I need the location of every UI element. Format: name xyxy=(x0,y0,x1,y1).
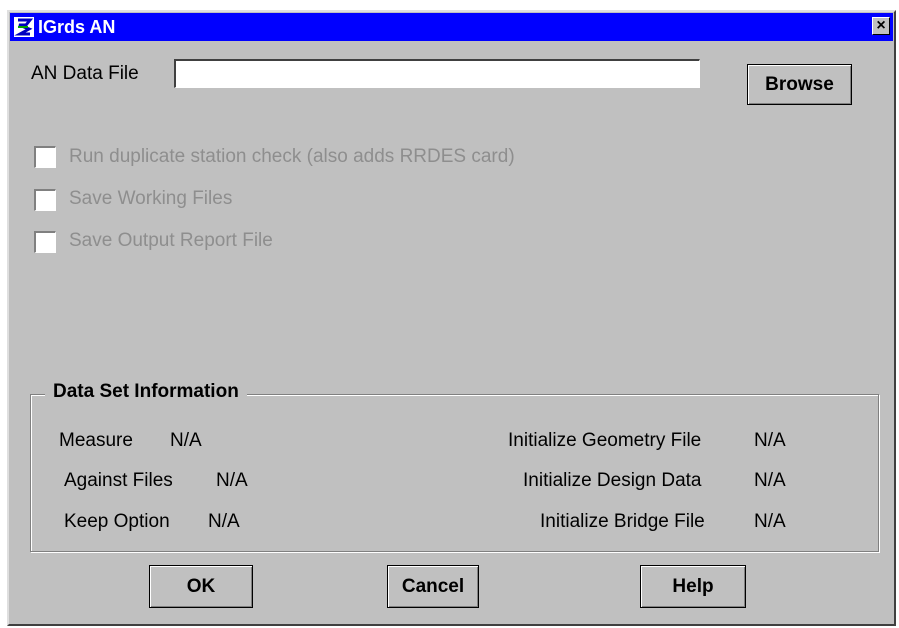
duplicate-check-label: Run duplicate station check (also adds R… xyxy=(69,146,515,167)
cancel-button[interactable]: Cancel xyxy=(387,565,479,608)
against-files-value: N/A xyxy=(216,470,248,491)
duplicate-check-checkbox[interactable] xyxy=(34,146,56,168)
save-output-report-label: Save Output Report File xyxy=(69,230,273,251)
init-design-label: Initialize Design Data xyxy=(523,470,702,491)
init-design-value: N/A xyxy=(754,470,786,491)
data-file-label: AN Data File xyxy=(31,63,139,84)
keep-option-label: Keep Option xyxy=(64,511,170,532)
save-working-files-checkbox[interactable] xyxy=(34,189,56,211)
ok-button[interactable]: OK xyxy=(149,565,253,608)
data-file-input[interactable] xyxy=(174,59,700,88)
app-icon xyxy=(14,17,34,37)
init-bridge-label: Initialize Bridge File xyxy=(540,511,705,532)
data-set-info-group: Data Set Information Measure N/A Against… xyxy=(30,381,879,552)
data-set-info-title: Data Set Information xyxy=(45,381,247,403)
measure-label: Measure xyxy=(59,430,133,451)
measure-value: N/A xyxy=(170,430,202,451)
close-icon[interactable]: × xyxy=(872,17,890,35)
init-bridge-value: N/A xyxy=(754,511,786,532)
dialog-window: IGrds AN × AN Data File Browse Run dupli… xyxy=(7,10,896,626)
init-geometry-label: Initialize Geometry File xyxy=(508,430,702,451)
save-output-report-checkbox[interactable] xyxy=(34,231,56,253)
keep-option-value: N/A xyxy=(208,511,240,532)
browse-button[interactable]: Browse xyxy=(747,64,852,105)
help-button[interactable]: Help xyxy=(640,565,746,608)
init-geometry-value: N/A xyxy=(754,430,786,451)
title-bar[interactable]: IGrds AN × xyxy=(10,13,893,41)
window-title: IGrds AN xyxy=(38,17,116,37)
save-working-files-label: Save Working Files xyxy=(69,188,233,209)
against-files-label: Against Files xyxy=(64,470,173,491)
